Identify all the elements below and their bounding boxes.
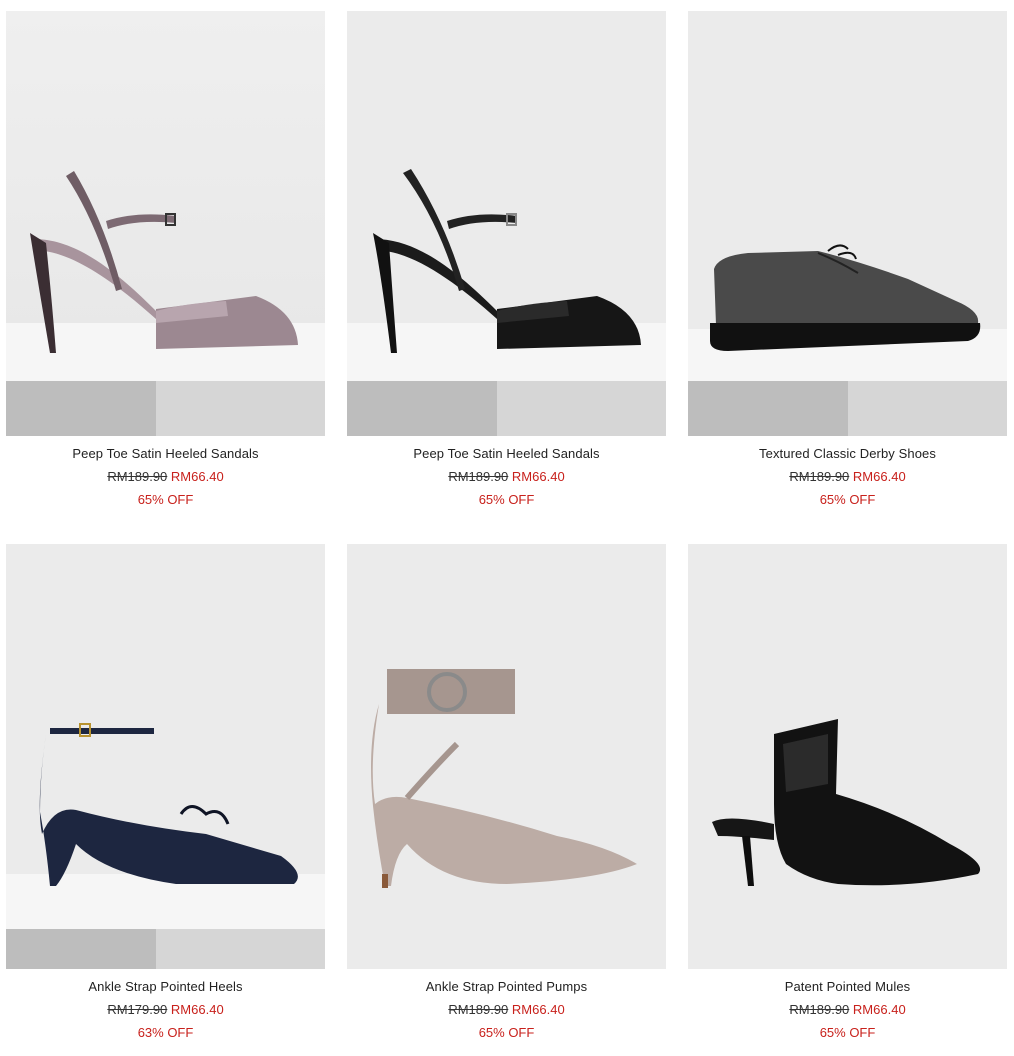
product-price: RM189.90 RM66.40	[688, 1002, 1007, 1018]
original-price: RM189.90	[789, 1002, 850, 1017]
product-price: RM189.90 RM66.40	[6, 469, 325, 485]
product-price: RM189.90 RM66.40	[688, 469, 1007, 485]
original-price: RM179.90	[107, 1002, 168, 1017]
product-name[interactable]: Patent Pointed Mules	[688, 979, 1007, 995]
product-price: RM189.90 RM66.40	[347, 469, 666, 485]
taupe-pump-photo	[347, 544, 666, 969]
product-image[interactable]	[347, 544, 666, 969]
navy-heel-photo	[6, 544, 325, 969]
product-image[interactable]	[688, 544, 1007, 969]
sale-price: RM66.40	[170, 1002, 224, 1017]
product-image[interactable]	[6, 544, 325, 969]
derby-shoe-photo	[688, 11, 1007, 436]
black-sandal-photo	[347, 11, 666, 436]
product-grid: Peep Toe Satin Heeled Sandals RM189.90 R…	[0, 0, 1014, 1056]
patent-mule-photo	[688, 544, 1007, 969]
discount-label: 65% OFF	[819, 492, 876, 507]
sale-price: RM66.40	[852, 469, 906, 484]
sale-price: RM66.40	[511, 469, 565, 484]
discount-label: 65% OFF	[478, 1025, 535, 1040]
sale-price: RM66.40	[511, 1002, 565, 1017]
discount-label: 65% OFF	[478, 492, 535, 507]
discount-label: 65% OFF	[819, 1025, 876, 1040]
product-name[interactable]: Ankle Strap Pointed Pumps	[347, 979, 666, 995]
original-price: RM189.90	[448, 1002, 509, 1017]
sale-price: RM66.40	[170, 469, 224, 484]
original-price: RM189.90	[107, 469, 168, 484]
original-price: RM189.90	[448, 469, 509, 484]
original-price: RM189.90	[789, 469, 850, 484]
product-image[interactable]	[347, 11, 666, 436]
product-image[interactable]	[6, 11, 325, 436]
sale-price: RM66.40	[852, 1002, 906, 1017]
product-name[interactable]: Peep Toe Satin Heeled Sandals	[6, 446, 325, 462]
discount-label: 63% OFF	[137, 1025, 194, 1040]
discount-label: 65% OFF	[137, 492, 194, 507]
product-name[interactable]: Ankle Strap Pointed Heels	[6, 979, 325, 995]
product-price: RM179.90 RM66.40	[6, 1002, 325, 1018]
mauve-sandal-photo	[6, 11, 325, 436]
product-name[interactable]: Peep Toe Satin Heeled Sandals	[347, 446, 666, 462]
product-name[interactable]: Textured Classic Derby Shoes	[688, 446, 1007, 462]
product-price: RM189.90 RM66.40	[347, 1002, 666, 1018]
product-image[interactable]	[688, 11, 1007, 436]
